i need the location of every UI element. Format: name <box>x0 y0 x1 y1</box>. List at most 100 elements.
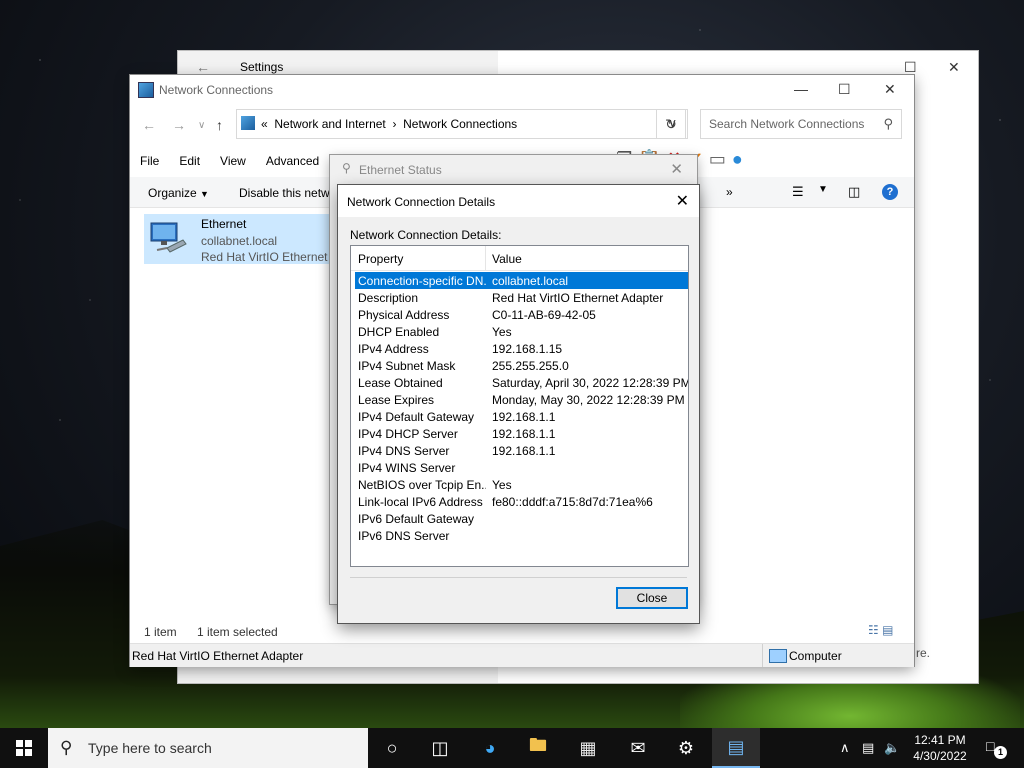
file-explorer-icon[interactable]: 🖿 <box>514 728 562 768</box>
details-list[interactable]: Property Value Connection-specific DN...… <box>350 245 689 567</box>
details-header: Property Value <box>351 246 688 271</box>
start-button[interactable] <box>0 728 48 768</box>
recent-chevron-icon[interactable]: ∨ <box>198 120 205 131</box>
detail-value: 192.168.1.1 <box>492 444 556 458</box>
back-arrow-icon[interactable]: ← <box>142 117 156 133</box>
detail-row[interactable]: Connection-specific DN... collabnet.local <box>355 272 688 289</box>
column-separator[interactable] <box>485 246 486 270</box>
detail-row[interactable]: IPv4 WINS Server <box>355 459 688 476</box>
menu-bar: File Edit View Advanced To <box>130 151 362 171</box>
task-view-icon[interactable]: ◫ <box>416 728 464 768</box>
disable-device-button[interactable]: Disable this netw <box>239 186 330 200</box>
chevron-down-icon: ▼ <box>200 189 209 199</box>
refresh-button[interactable]: ↻ <box>656 109 686 139</box>
connection-device: Red Hat VirtIO Ethernet A <box>201 250 339 264</box>
edge-icon[interactable]: ◕ <box>466 728 514 768</box>
column-header-value[interactable]: Value <box>492 252 522 266</box>
menu-view[interactable]: View <box>210 151 256 171</box>
status-item-count: 1 item <box>144 625 177 639</box>
ethernet-plug-icon: ⚲ <box>342 161 351 175</box>
volume-icon[interactable]: 🔈 <box>884 740 900 756</box>
detail-row[interactable]: IPv4 Default Gateway 192.168.1.1 <box>355 408 688 425</box>
detail-property: IPv6 DNS Server <box>358 529 450 543</box>
detail-row[interactable]: Physical Address C0-11-AB-69-42-05 <box>355 306 688 323</box>
explorer-title: Network Connections <box>159 83 274 97</box>
detail-value: C0-11-AB-69-42-05 <box>492 308 596 322</box>
settings-gear-icon[interactable]: ⚙ <box>662 728 710 768</box>
close-icon[interactable]: ✕ <box>948 59 960 76</box>
breadcrumb-network-connections[interactable]: Network Connections <box>403 117 517 131</box>
detail-row[interactable]: IPv4 Address 192.168.1.15 <box>355 340 688 357</box>
menu-advanced[interactable]: Advanced <box>256 151 329 171</box>
detail-row[interactable]: Lease Obtained Saturday, April 30, 2022 1… <box>355 374 688 391</box>
footer-computer-label: Computer <box>789 649 842 663</box>
more-commands-button[interactable]: » <box>726 185 733 199</box>
search-icon: ⚲ <box>60 738 73 757</box>
detail-row[interactable]: IPv4 Subnet Mask 255.255.255.0 <box>355 357 688 374</box>
connection-item-ethernet[interactable]: Ethernet collabnet.local Red Hat VirtIO … <box>144 214 344 264</box>
organize-button[interactable]: Organize ▼ <box>148 186 209 200</box>
network-connections-taskbar-icon[interactable]: ▤ <box>712 728 760 768</box>
detail-property: Link-local IPv6 Address <box>358 495 483 509</box>
clock[interactable]: 12:41 PM 4/30/2022 <box>906 732 974 764</box>
detail-value: Yes <box>492 478 512 492</box>
help-icon[interactable]: ? <box>882 184 898 200</box>
view-options-icon[interactable]: ☰ <box>792 184 804 200</box>
close-button[interactable]: Close <box>616 587 688 609</box>
detail-row[interactable]: IPv6 Default Gateway <box>355 510 688 527</box>
divider <box>350 577 687 578</box>
view-toggle-icons[interactable]: ☷ ▤ <box>868 623 893 637</box>
detail-property: Lease Obtained <box>358 376 443 390</box>
breadcrumb-network-and-internet[interactable]: Network and Internet <box>274 117 385 131</box>
up-arrow-icon[interactable]: ↑ <box>216 117 223 133</box>
menu-edit[interactable]: Edit <box>169 151 210 171</box>
maximize-icon[interactable]: ☐ <box>904 59 917 76</box>
detail-row[interactable]: IPv4 DHCP Server 192.168.1.1 <box>355 425 688 442</box>
globe-icon[interactable]: ● <box>732 149 743 170</box>
settings-partial-text: re. <box>916 646 931 660</box>
detail-row[interactable]: IPv4 DNS Server 192.168.1.1 <box>355 442 688 459</box>
details-titlebar: Network Connection Details ✕ <box>338 185 699 217</box>
close-icon[interactable]: ✕ <box>670 160 683 178</box>
detail-property: NetBIOS over Tcpip En... <box>358 478 486 492</box>
detail-row[interactable]: DHCP Enabled Yes <box>355 323 688 340</box>
address-bar[interactable]: « Network and Internet › Network Connect… <box>236 109 688 139</box>
clock-date: 4/30/2022 <box>913 749 967 763</box>
store-icon[interactable]: ▦ <box>564 728 612 768</box>
detail-row[interactable]: Lease Expires Monday, May 30, 2022 12:28:… <box>355 391 688 408</box>
preview-pane-icon[interactable]: ◫ <box>848 184 860 200</box>
column-header-property[interactable]: Property <box>358 252 403 266</box>
detail-row[interactable]: NetBIOS over Tcpip En... Yes <box>355 476 688 493</box>
mail-icon[interactable]: ✉ <box>614 728 662 768</box>
detail-row[interactable]: IPv6 DNS Server <box>355 527 688 544</box>
forward-arrow-icon[interactable]: → <box>172 117 186 133</box>
organize-label: Organize <box>148 186 197 200</box>
detail-value: Monday, May 30, 2022 12:28:39 PM <box>492 393 685 407</box>
explorer-footer: Red Hat VirtIO Ethernet Adapter Computer <box>130 643 914 667</box>
cortana-icon[interactable]: ○ <box>368 728 416 768</box>
detail-value: Saturday, April 30, 2022 12:28:39 PM <box>492 376 689 390</box>
footer-device-name: Red Hat VirtIO Ethernet Adapter <box>132 649 304 663</box>
breadcrumb-prefix[interactable]: « <box>261 117 268 131</box>
tray-chevron-up-icon[interactable]: ∧ <box>840 740 850 756</box>
maximize-icon[interactable]: ☐ <box>838 81 851 98</box>
network-tray-icon[interactable]: ▤ <box>862 740 874 756</box>
breadcrumb-separator: › <box>392 117 397 131</box>
detail-row[interactable]: Link-local IPv6 Address fe80::dddf:a715:8… <box>355 493 688 510</box>
network-connections-icon <box>138 82 154 98</box>
details-title: Network Connection Details <box>347 195 496 209</box>
back-arrow-icon[interactable]: ← <box>196 59 210 75</box>
close-icon[interactable]: ✕ <box>676 191 689 211</box>
close-icon[interactable]: ✕ <box>884 81 896 98</box>
taskbar-search-input[interactable]: ⚲ Type here to search <box>48 728 368 768</box>
detail-row[interactable]: Description Red Hat VirtIO Ethernet Adapt… <box>355 289 688 306</box>
minimize-icon[interactable]: — <box>794 81 808 97</box>
network-connection-details-dialog: Network Connection Details ✕ Network Con… <box>338 185 699 623</box>
notification-icon[interactable]: □ 1 <box>986 738 1007 759</box>
properties-icon[interactable]: ▭ <box>709 149 726 170</box>
detail-value: Red Hat VirtIO Ethernet Adapter <box>492 291 664 305</box>
search-input[interactable]: Search Network Connections ⚲ <box>700 109 902 139</box>
detail-value: 255.255.255.0 <box>492 359 569 373</box>
chevron-down-icon[interactable]: ▼ <box>818 184 828 195</box>
menu-file[interactable]: File <box>130 151 169 171</box>
